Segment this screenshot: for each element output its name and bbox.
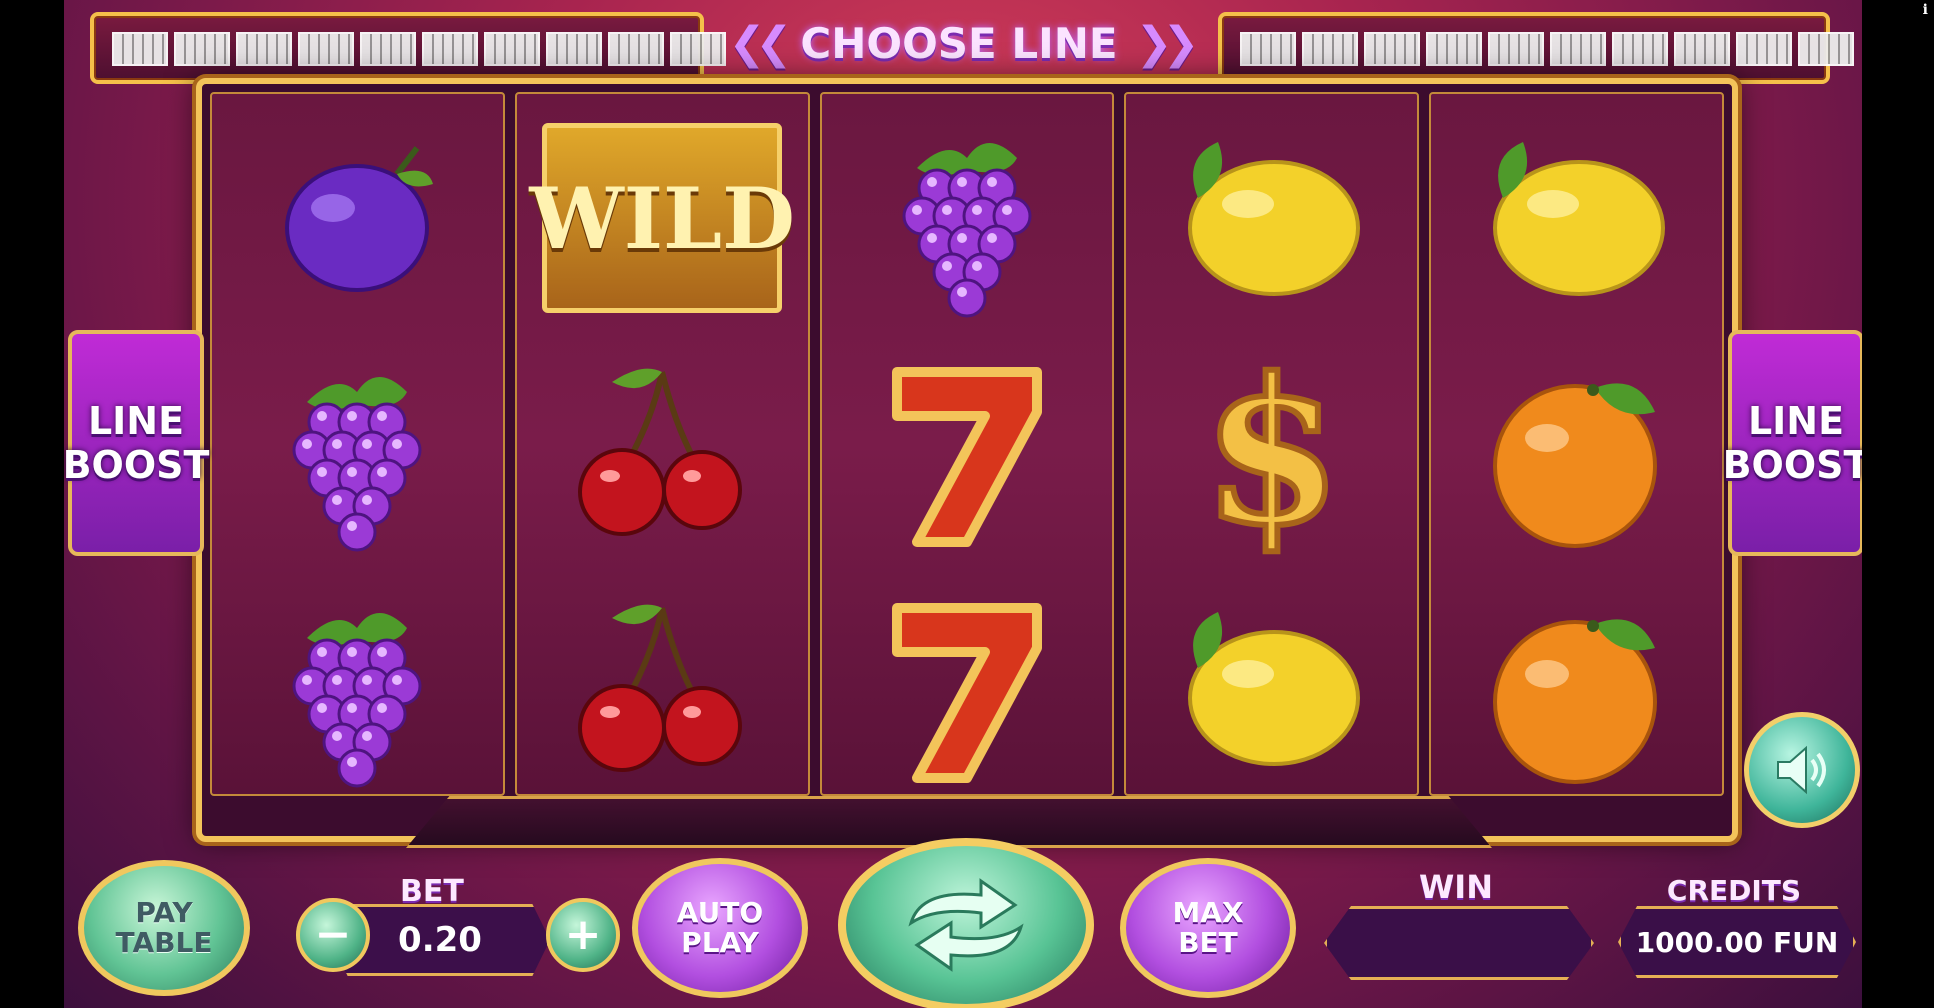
line-indicator-cell (1302, 32, 1358, 66)
line-boost-label-1: LINE (87, 399, 185, 443)
line-boost-right-button[interactable]: LINE BOOST (1723, 330, 1862, 556)
dollar-symbol-icon: $ (1126, 334, 1417, 570)
lemon-symbol-icon (1431, 100, 1722, 336)
choose-line-title: CHOOSE LINE (800, 18, 1118, 68)
line-indicator-cell (422, 32, 478, 66)
line-boost-label-1: LINE (1747, 399, 1845, 443)
seven-symbol-icon (822, 570, 1113, 806)
line-indicator-cell (298, 32, 354, 66)
bet-label: BET (400, 874, 464, 909)
choose-line-header[interactable]: ❮❮ CHOOSE LINE ❯❯ (714, 14, 1204, 72)
auto-play-label-2: PLAY (681, 926, 759, 959)
grapes-symbol-icon (212, 570, 503, 806)
reel-1 (210, 92, 505, 796)
orange-symbol-icon (1431, 334, 1722, 570)
orange-symbol-icon (1431, 570, 1722, 806)
reel-5 (1429, 92, 1724, 796)
line-boost-label-2: BOOST (64, 443, 210, 487)
double-chevron-left-icon[interactable]: ❮❮ (729, 18, 793, 69)
pay-table-button[interactable]: PAY TABLE (78, 860, 250, 996)
grapes-symbol-icon (822, 100, 1113, 336)
spin-button[interactable] (838, 838, 1094, 1008)
line-indicator-cell (1550, 32, 1606, 66)
reel-3 (819, 92, 1115, 796)
line-indicator-cell (360, 32, 416, 66)
sound-button[interactable] (1744, 712, 1860, 828)
reel-2: WILD (514, 92, 810, 796)
lemon-symbol-icon (1126, 570, 1417, 806)
cherries-symbol-icon (517, 334, 808, 570)
line-indicator-cell (1736, 32, 1792, 66)
max-bet-label-2: BET (1178, 926, 1238, 959)
line-boost-left-button[interactable]: LINE BOOST (64, 330, 209, 556)
credits-value: 1000.00 FUN (1618, 906, 1856, 978)
seven-symbol-icon (822, 334, 1113, 570)
line-indicator-cell (1426, 32, 1482, 66)
line-indicator-cell (1488, 32, 1544, 66)
line-indicator-cell (236, 32, 292, 66)
pay-table-label-2: TABLE (115, 926, 213, 959)
line-indicator-cell (112, 32, 168, 66)
reel-4: $ (1124, 92, 1420, 796)
double-chevron-right-icon[interactable]: ❯❯ (1136, 18, 1200, 69)
reel-frame: WILD $ (196, 78, 1738, 842)
auto-play-label-1: AUTO (676, 896, 764, 929)
win-panel: WIN (1324, 868, 1594, 980)
plum-symbol-icon (212, 100, 503, 336)
cherries-symbol-icon (517, 570, 808, 806)
line-indicator-cell (1674, 32, 1730, 66)
win-label: WIN (1419, 868, 1493, 906)
info-icon[interactable]: i (1923, 2, 1928, 18)
line-indicator-cell (1240, 32, 1296, 66)
line-boost-label-2: BOOST (1722, 443, 1862, 487)
pay-table-label-1: PAY (135, 896, 193, 929)
max-bet-label-1: MAX (1172, 896, 1244, 929)
line-indicator-cell (1364, 32, 1420, 66)
line-indicator-cell (1612, 32, 1668, 66)
line-indicator-cell (484, 32, 540, 66)
wild-label: WILD (529, 123, 795, 313)
wild-symbol-icon: WILD (517, 100, 808, 336)
bet-decrease-button[interactable]: − (296, 898, 370, 972)
bet-increase-button[interactable]: + (546, 898, 620, 972)
game-scene: ❮❮ CHOOSE LINE ❯❯ WILD $ LINE BOOST LINE … (64, 0, 1862, 1008)
lemon-symbol-icon (1126, 100, 1417, 336)
win-value (1324, 906, 1594, 980)
speaker-icon (1777, 745, 1826, 795)
spin-arrows-icon (908, 878, 1024, 972)
bet-panel: BET 0.20 − + (296, 874, 620, 976)
line-indicator-bar-right (1218, 12, 1854, 84)
auto-play-button[interactable]: AUTO PLAY (632, 858, 808, 998)
line-indicator-cell (1798, 32, 1854, 66)
max-bet-button[interactable]: MAX BET (1120, 858, 1296, 998)
svg-text:$: $ (1202, 342, 1341, 562)
line-indicator-cell (608, 32, 664, 66)
credits-panel: CREDITS 1000.00 FUN (1618, 874, 1856, 978)
line-indicator-cell (546, 32, 602, 66)
grapes-symbol-icon (212, 334, 503, 570)
credits-label: CREDITS (1666, 874, 1802, 907)
line-indicator-cell (174, 32, 230, 66)
line-indicator-bar-left (90, 12, 726, 84)
